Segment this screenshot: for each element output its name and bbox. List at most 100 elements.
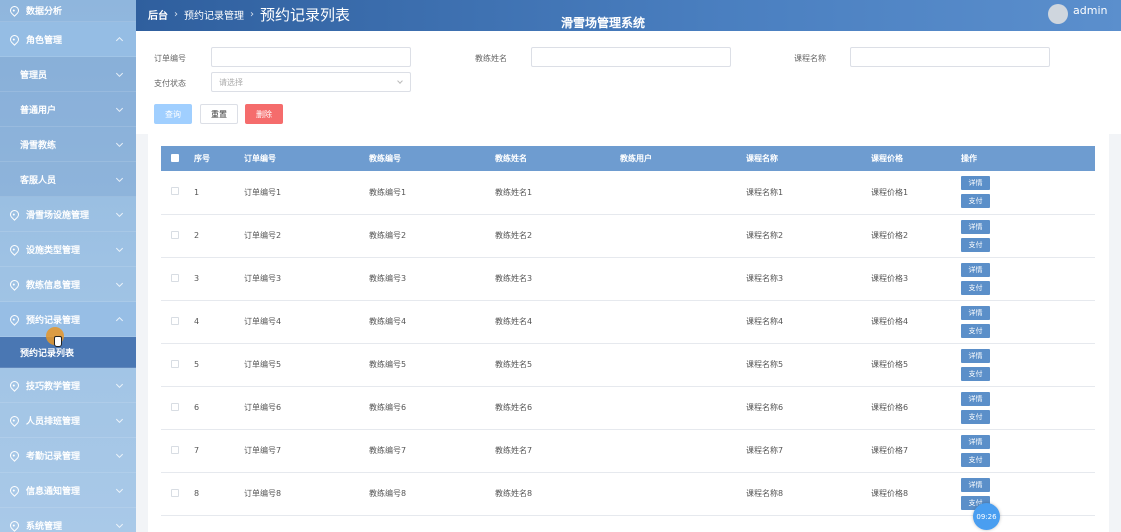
row-actions-cell: 详情 支付 [961, 300, 1095, 343]
location-pin-icon [8, 413, 21, 427]
table-cell: 教练姓名7 [495, 446, 533, 455]
row-checkbox[interactable] [171, 230, 179, 239]
pay-button[interactable]: 支付 [961, 280, 990, 295]
table-cell: 2 [194, 231, 200, 240]
sidebar-item-facilities[interactable]: 滑雪场设施管理 [0, 197, 136, 232]
sidebar-item-admins[interactable]: 管理员 [0, 57, 136, 92]
sidebar-item-booking-list[interactable]: 预约记录列表 [0, 337, 136, 368]
pay-button[interactable]: 支付 [961, 194, 990, 209]
pay-status-placeholder: 请选择 [219, 77, 243, 87]
sidebar-item-facility-types[interactable]: 设施类型管理 [0, 232, 136, 267]
table-cell: 课程价格4 [871, 317, 909, 326]
table-cell: 教练姓名6 [495, 403, 533, 412]
order-no-label: 订单编号 [154, 54, 186, 63]
row-select-cell [161, 343, 194, 386]
user-name[interactable]: admin [1073, 4, 1107, 17]
row-checkbox[interactable] [171, 402, 179, 411]
sidebar-item-label: 滑雪场设施管理 [26, 210, 90, 221]
system-title: 滑雪场管理系统 [561, 16, 646, 30]
row-checkbox[interactable] [171, 488, 179, 497]
pay-button[interactable]: 支付 [961, 237, 990, 252]
location-pin-icon [8, 277, 21, 291]
chevron-down-icon [397, 78, 403, 84]
detail-button[interactable]: 详情 [961, 262, 990, 277]
table-cell [620, 472, 746, 515]
pay-button[interactable]: 支付 [961, 323, 990, 338]
table-row: 1 订单编号1 教练编号1 教练姓名1 课程名称1 课程价格1 详情 支付 [161, 171, 1095, 214]
table-cell: 教练编号3 [369, 274, 407, 283]
row-checkbox[interactable] [171, 273, 179, 282]
row-select-cell [161, 214, 194, 257]
location-pin-icon [8, 448, 21, 462]
sidebar-item-service-staff[interactable]: 客服人员 [0, 162, 136, 197]
clock-badge: 09:26 [973, 503, 1000, 530]
coach-name-label: 教练姓名 [475, 54, 507, 63]
table-cell: 订单编号1 [244, 187, 282, 197]
row-checkbox[interactable] [171, 359, 179, 368]
course-name-input[interactable] [850, 47, 1050, 67]
table-cell: 课程名称8 [746, 489, 784, 498]
sidebar-item-label: 系统管理 [26, 521, 63, 532]
table-cell: 课程价格7 [871, 446, 909, 455]
column-header: 序号 [194, 154, 210, 163]
table-cell [620, 257, 746, 300]
row-checkbox[interactable] [171, 187, 179, 196]
table-cell: 4 [194, 317, 200, 326]
table-cell: 教练姓名2 [495, 231, 533, 240]
detail-button[interactable]: 详情 [961, 219, 990, 234]
row-checkbox[interactable] [171, 316, 179, 325]
pay-button[interactable]: 支付 [961, 452, 990, 467]
breadcrumb-separator-icon: › [250, 9, 254, 20]
row-select-cell [161, 257, 194, 300]
sidebar-item-coach-info[interactable]: 教练信息管理 [0, 267, 136, 302]
reset-button[interactable]: 重置 [200, 104, 238, 124]
table-cell: 课程名称2 [746, 231, 784, 240]
detail-button[interactable]: 详情 [961, 305, 990, 320]
table-header-row: 序号 订单编号 教练编号 教练姓名 教练用户 课程名称 课程价格 操作 [161, 146, 1095, 171]
select-all-checkbox[interactable] [171, 153, 179, 162]
table-cell: 教练编号4 [369, 317, 407, 326]
detail-button[interactable]: 详情 [961, 434, 990, 449]
sidebar-item-skill-teaching[interactable]: 技巧教学管理 [0, 368, 136, 403]
coach-name-input[interactable] [531, 47, 731, 67]
table-cell: 教练编号8 [369, 489, 407, 498]
row-checkbox[interactable] [171, 445, 179, 454]
sidebar-item-users[interactable]: 普通用户 [0, 92, 136, 127]
sidebar-item-coaches[interactable]: 滑雪教练 [0, 127, 136, 162]
delete-button[interactable]: 删除 [245, 104, 283, 124]
sidebar-item-label: 考勤记录管理 [26, 451, 81, 462]
table-row: 8 订单编号8 教练编号8 教练姓名8 课程名称8 课程价格8 详情 支付 [161, 472, 1095, 515]
pay-button[interactable]: 支付 [961, 366, 990, 381]
detail-button[interactable]: 详情 [961, 348, 990, 363]
breadcrumb-home[interactable]: 后台 [148, 7, 168, 22]
row-actions-cell: 详情 支付 [961, 171, 1095, 214]
breadcrumb-separator-icon: › [174, 9, 178, 20]
sidebar-item-notifications[interactable]: 信息通知管理 [0, 473, 136, 508]
sidebar-item-data-analysis[interactable]: 数据分析 [0, 0, 136, 22]
pay-button[interactable]: 支付 [961, 409, 990, 424]
sidebar-item-scheduling[interactable]: 人员排班管理 [0, 403, 136, 438]
sidebar-item-role-management[interactable]: 角色管理 [0, 22, 136, 57]
sidebar-item-system[interactable]: 系统管理 [0, 508, 136, 532]
table-cell: 教练编号7 [369, 446, 407, 455]
location-pin-icon [8, 312, 21, 326]
table-cell: 3 [194, 274, 200, 283]
table-row: 6 订单编号6 教练编号6 教练姓名6 课程名称6 课程价格6 详情 支付 [161, 386, 1095, 429]
detail-button[interactable]: 详情 [961, 477, 990, 492]
table-cell [620, 171, 746, 214]
order-no-input[interactable] [211, 47, 411, 67]
chevron-down-icon [115, 485, 124, 494]
table-row: 3 订单编号3 教练编号3 教练姓名3 课程名称3 课程价格3 详情 支付 [161, 257, 1095, 300]
chevron-up-icon [115, 316, 124, 325]
detail-button[interactable]: 详情 [961, 391, 990, 406]
avatar[interactable] [1048, 4, 1068, 24]
detail-button[interactable]: 详情 [961, 176, 990, 191]
sidebar-item-booking-management[interactable]: 预约记录管理 [0, 302, 136, 337]
sidebar-item-attendance[interactable]: 考勤记录管理 [0, 438, 136, 473]
breadcrumb-section[interactable]: 预约记录管理 [184, 7, 244, 22]
pay-status-select[interactable]: 请选择 [211, 72, 411, 92]
table-cell: 订单编号3 [244, 274, 282, 283]
chevron-down-icon [115, 244, 124, 253]
column-header: 教练姓名 [495, 154, 527, 163]
search-button[interactable]: 查询 [154, 104, 192, 124]
